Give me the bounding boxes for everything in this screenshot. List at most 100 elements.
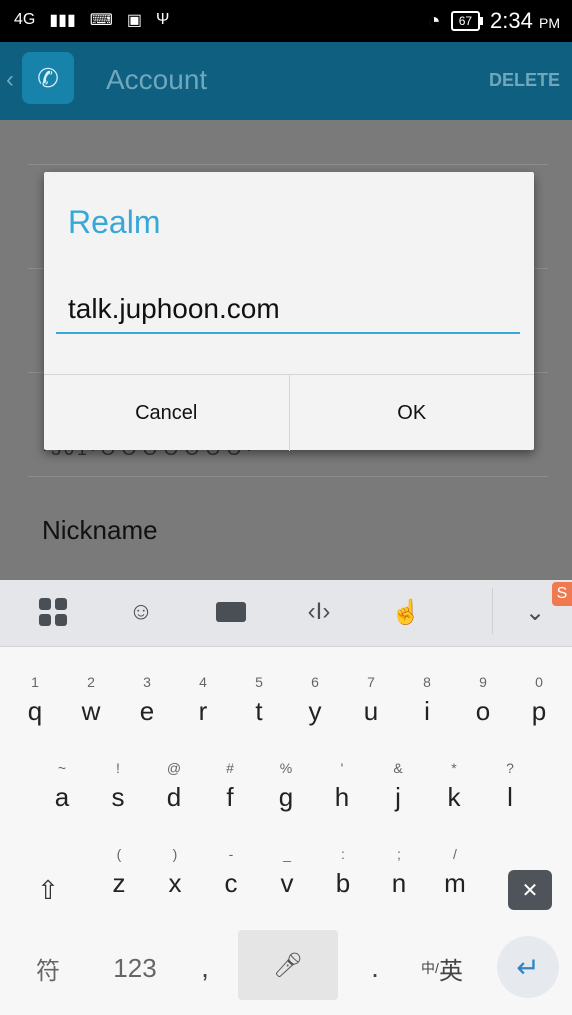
- key-secondary-label: _: [283, 846, 291, 862]
- key-label: y: [308, 696, 322, 726]
- key-label: u: [363, 696, 379, 726]
- key-i[interactable]: 8i: [399, 666, 455, 750]
- image-notification-icon: ▣: [126, 12, 142, 29]
- period-key[interactable]: .: [360, 946, 390, 990]
- page-title: Account: [106, 64, 208, 95]
- key-t[interactable]: 5t: [231, 666, 287, 750]
- key-label: j: [395, 782, 401, 812]
- key-label: p: [531, 696, 547, 726]
- battery-icon: 67: [450, 11, 484, 31]
- back-chevron-icon[interactable]: ‹: [6, 66, 14, 94]
- app-phone-icon[interactable]: ✆: [22, 52, 74, 104]
- key-label: c: [224, 868, 238, 898]
- ok-button[interactable]: OK: [288, 375, 535, 451]
- key-secondary-label: /: [453, 846, 457, 862]
- key-w[interactable]: 2w: [63, 666, 119, 750]
- soft-keyboard: ☺ ‹I› ☝ ⌄ 1q2w3e4r5t6y7u8i9o0p ~ a! s @ d # f%…: [0, 580, 572, 1015]
- key-j[interactable]: & j: [370, 752, 426, 836]
- delete-button[interactable]: DELETE: [489, 70, 560, 91]
- key-label: i: [424, 696, 430, 726]
- key-label: g: [278, 782, 294, 812]
- nickname-label[interactable]: Nickname: [42, 515, 158, 546]
- language-switch-key[interactable]: 中/ 英: [412, 946, 472, 990]
- key-label: v: [280, 868, 294, 898]
- enter-icon[interactable]: ↵: [497, 936, 559, 998]
- keyboard-toolbar: ☺ ‹I› ☝ ⌄: [0, 580, 572, 647]
- key-secondary-label: 4: [199, 674, 207, 690]
- key-h[interactable]: ' h: [314, 752, 370, 836]
- sogou-logo-icon: S: [552, 582, 572, 606]
- key-e[interactable]: 3e: [119, 666, 175, 750]
- key-secondary-label: 2: [87, 674, 95, 690]
- key-n[interactable]: ; n: [371, 838, 427, 922]
- key-c[interactable]: -c: [203, 838, 259, 922]
- key-r[interactable]: 4r: [175, 666, 231, 750]
- key-label: b: [335, 868, 351, 898]
- key-label: e: [139, 696, 155, 726]
- divider: [28, 164, 548, 165]
- key-secondary-label: ;: [397, 846, 401, 862]
- key-label: h: [334, 782, 350, 812]
- cancel-button[interactable]: Cancel: [44, 375, 289, 451]
- usb-icon: Ψ: [155, 11, 170, 28]
- key-p[interactable]: 0p: [511, 666, 567, 750]
- key-label: o: [475, 696, 491, 726]
- chevron-down-icon[interactable]: ⌄: [513, 592, 557, 632]
- key-secondary-label: (: [116, 846, 122, 862]
- key-label: r: [198, 696, 208, 726]
- key-secondary-label: 8: [423, 674, 431, 690]
- numbers-key[interactable]: 123: [104, 946, 166, 990]
- cursor-move-icon[interactable]: ‹I›: [297, 592, 341, 632]
- divider: [28, 476, 548, 477]
- language-label-big: 英: [438, 957, 463, 985]
- key-v[interactable]: _ v: [259, 838, 315, 922]
- key-b[interactable]: :b: [315, 838, 371, 922]
- key-g[interactable]: % g: [258, 752, 314, 836]
- key-s[interactable]: ! s: [90, 752, 146, 836]
- wifi-icon: ◔: [427, 8, 441, 33]
- hand-icon[interactable]: ☝: [384, 592, 428, 632]
- signal-bars-icon: ▮▮▮: [49, 12, 76, 29]
- realm-input[interactable]: talk.juphoon.com: [56, 284, 520, 334]
- status-bar: 4G ▮▮▮ ⌨ ▣ Ψ ◔ 67 2:34 PM: [0, 0, 572, 42]
- key-d[interactable]: @ d: [146, 752, 202, 836]
- time-ampm: PM: [539, 15, 560, 31]
- key-m[interactable]: / m: [427, 838, 483, 922]
- voice-space-key[interactable]: 🎤︎: [238, 930, 338, 1000]
- key-secondary-label: 5: [255, 674, 263, 690]
- shift-icon[interactable]: ⇧: [26, 870, 70, 910]
- key-secondary-label: %: [279, 760, 293, 776]
- key-secondary-label: :: [341, 846, 345, 862]
- key-label: l: [507, 782, 513, 812]
- key-secondary-label: #: [226, 760, 234, 776]
- key-u[interactable]: 7u: [343, 666, 399, 750]
- key-f[interactable]: # f: [202, 752, 258, 836]
- key-label: q: [27, 696, 43, 726]
- key-z[interactable]: (z: [91, 838, 147, 922]
- backspace-icon[interactable]: ✕: [508, 870, 552, 910]
- keyboard-row-3: (z) x - c _ v: b; n / m: [0, 838, 572, 928]
- key-y[interactable]: 6y: [287, 666, 343, 750]
- key-secondary-label: -: [228, 846, 234, 862]
- language-label-small: 中/: [421, 960, 439, 976]
- key-o[interactable]: 9o: [455, 666, 511, 750]
- key-l[interactable]: ? l: [482, 752, 538, 836]
- keyboard-icon[interactable]: [209, 592, 253, 632]
- symbols-key[interactable]: 符: [26, 946, 70, 990]
- comma-key[interactable]: ,: [190, 946, 220, 990]
- key-secondary-label: ): [172, 846, 178, 862]
- keyboard-row-1: 1q2w3e4r5t6y7u8i9o0p: [0, 666, 572, 756]
- key-k[interactable]: * k: [426, 752, 482, 836]
- key-secondary-label: 1: [31, 674, 39, 690]
- apps-grid-icon[interactable]: [31, 592, 75, 632]
- key-secondary-label: 6: [311, 674, 319, 690]
- emoji-icon[interactable]: ☺: [119, 592, 163, 632]
- key-secondary-label: @: [166, 760, 182, 776]
- key-label: d: [166, 782, 182, 812]
- key-secondary-label: ': [340, 760, 344, 776]
- key-x[interactable]: ) x: [147, 838, 203, 922]
- key-a[interactable]: ~ a: [34, 752, 90, 836]
- key-q[interactable]: 1q: [7, 666, 63, 750]
- key-label: z: [112, 868, 126, 898]
- microphone-icon: 🎤︎: [272, 951, 304, 979]
